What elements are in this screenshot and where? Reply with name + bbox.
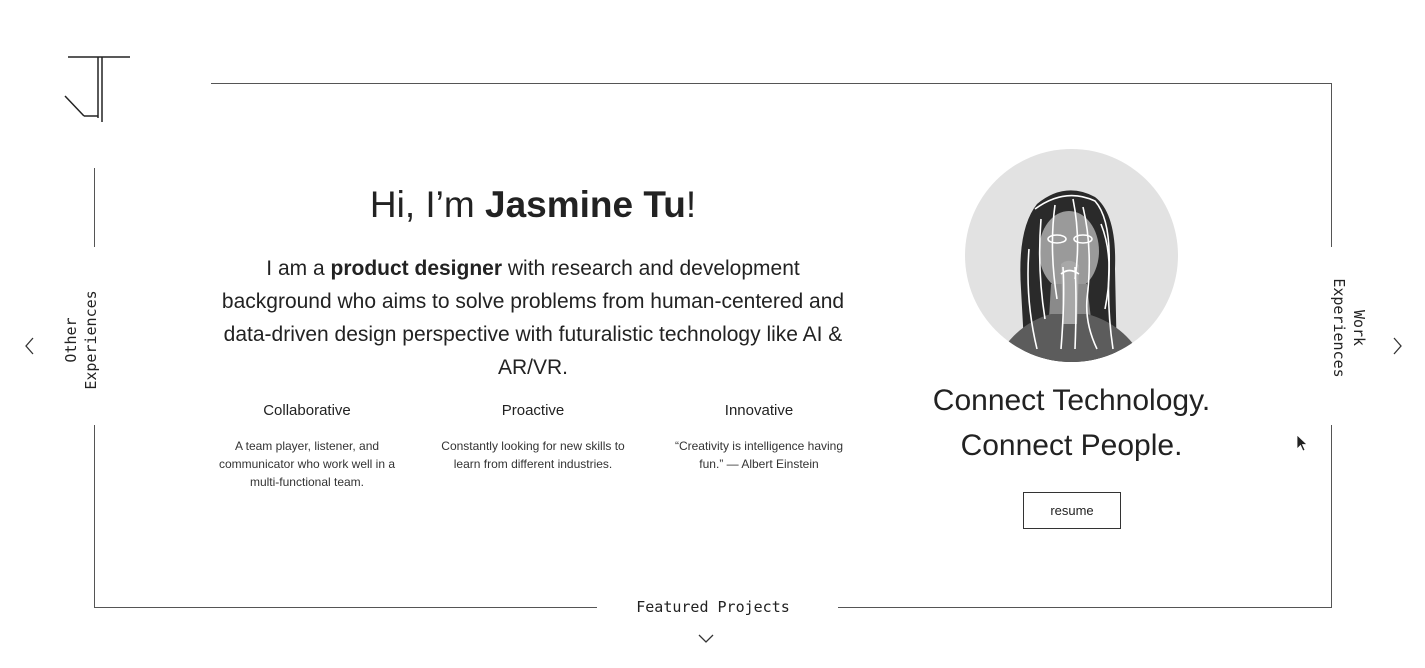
trait-description: A team player, listener, and communicato… xyxy=(218,439,396,489)
frame-right-upper-line xyxy=(1331,83,1332,247)
tagline-line2: Connect People. xyxy=(960,429,1183,462)
frame-left-lower-line xyxy=(94,425,95,608)
tagline: Connect Technology. Connect People. xyxy=(905,378,1238,468)
frame-right-lower-line xyxy=(1331,425,1332,608)
hero-name: Jasmine Tu xyxy=(485,184,686,225)
chevron-right-icon[interactable] xyxy=(1389,336,1405,356)
intro-role: product designer xyxy=(330,257,503,280)
trait-title: Proactive xyxy=(501,402,565,419)
frame-top-line xyxy=(211,83,1332,84)
trait-description: “Creativity is intelligence having fun.”… xyxy=(674,439,844,471)
greeting-prefix: Hi, I’m xyxy=(369,184,485,225)
frame-bottom-left-line xyxy=(94,607,597,608)
trait-title: Collaborative xyxy=(263,402,351,419)
trait-proactive: Proactive Constantly looking for new ski… xyxy=(438,402,628,473)
featured-projects-link[interactable]: Featured Projects xyxy=(600,598,826,616)
greeting-suffix: ! xyxy=(685,184,697,225)
trait-title: Innovative xyxy=(724,402,794,419)
tagline-line1: Connect Technology. xyxy=(932,384,1211,417)
chevron-left-icon[interactable] xyxy=(22,336,38,356)
intro-prefix: I am a xyxy=(266,257,331,280)
trait-description: Constantly looking for new skills to lea… xyxy=(441,439,625,471)
portfolio-page: Other Experiences Work Experiences Hi, I… xyxy=(0,0,1425,668)
nav-right-label-line1: Work xyxy=(1350,309,1368,347)
nav-left-label-line1: Other xyxy=(62,317,80,363)
nav-other-experiences[interactable]: Other Experiences xyxy=(62,280,101,400)
hero-greeting: Hi, I’m Jasmine Tu! xyxy=(218,184,848,226)
frame-bottom-right-line xyxy=(838,607,1332,608)
trait-innovative: Innovative “Creativity is intelligence h… xyxy=(664,402,854,473)
resume-button[interactable]: resume xyxy=(1023,492,1121,529)
chevron-down-icon[interactable] xyxy=(697,632,715,644)
nav-left-label-line2: Experiences xyxy=(81,290,100,390)
hero-intro: I am a product designer with research an… xyxy=(218,252,848,384)
mouse-pointer-icon xyxy=(1296,434,1308,452)
jt-logo-icon[interactable] xyxy=(64,56,132,124)
frame-left-upper-line xyxy=(94,168,95,247)
nav-work-experiences[interactable]: Work Experiences xyxy=(1329,268,1369,388)
profile-portrait-avatar xyxy=(965,149,1178,362)
trait-collaborative: Collaborative A team player, listener, a… xyxy=(212,402,402,491)
nav-right-label-line2: Experiences xyxy=(1330,278,1349,378)
